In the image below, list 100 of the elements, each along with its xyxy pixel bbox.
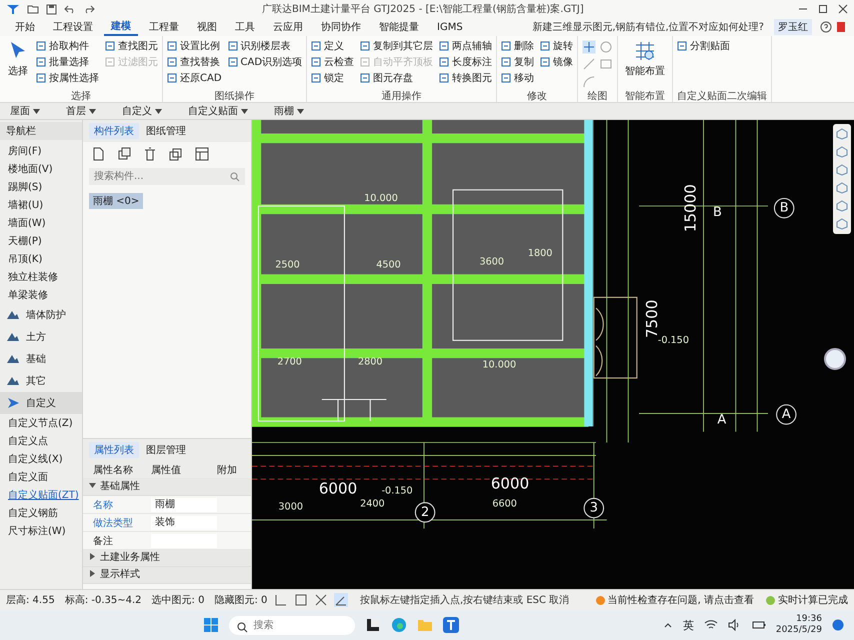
nav-item[interactable]: 自定义点 [0,432,82,450]
tool-button[interactable]: 定义 [311,38,354,54]
panel-tab[interactable]: 图纸管理 [141,123,191,139]
layers-icon[interactable] [169,147,183,161]
tool-button[interactable]: 两点辅轴 [439,38,492,54]
view-cube-icon[interactable] [836,146,848,158]
wifi-icon[interactable] [704,619,718,631]
taskbar-search-field[interactable]: 搜索 [229,616,356,634]
nav-category[interactable]: 土方 [0,326,82,348]
nav-category[interactable]: 基础 [0,348,82,370]
tool-button[interactable]: 锁定 [311,70,354,86]
panel-tab[interactable]: 图层管理 [141,442,191,458]
tool-button[interactable]: 复制 [501,54,534,70]
panel-tab[interactable]: 构件列表 [89,123,139,139]
tool-button[interactable]: 查找替换 [167,54,222,70]
nav-item[interactable]: 自定义节点(Z) [0,414,82,432]
tool-button[interactable]: 查找图元 [105,38,158,54]
nav-item[interactable]: 自定义贴面(ZT) [0,486,82,504]
tool-button[interactable]: 云检查 [311,54,354,70]
view-cube-icon[interactable] [836,128,848,140]
tool-button[interactable]: 还原CAD [167,70,222,86]
delete-icon[interactable] [143,147,157,161]
property-value-field[interactable]: 雨棚 [151,498,217,512]
tool-button[interactable]: 长度标注 [439,54,492,70]
input-method-indicator[interactable]: 英 [682,618,694,632]
property-group[interactable]: 基础属性 [83,479,251,496]
browser-icon[interactable] [391,617,408,633]
tool-button[interactable]: 镜像 [540,54,574,70]
property-group[interactable]: 土建业务属性 [83,550,251,567]
nav-category[interactable]: 自定义 [0,392,82,414]
component-item[interactable]: 雨棚 <0> [89,193,144,209]
menu-tab[interactable]: 协同协作 [314,19,368,35]
nav-category[interactable]: 墙体防护 [0,304,82,326]
dropdown[interactable]: 自定义贴面 [188,104,248,118]
save-icon[interactable] [46,4,57,14]
view-cube-icon[interactable] [836,200,848,212]
tool-button[interactable]: CAD识别选项 [228,54,302,70]
nav-item[interactable]: 自定义线(X) [0,450,82,468]
floating-button[interactable] [824,348,846,370]
menu-tab[interactable]: 视图 [190,19,224,35]
menu-tab[interactable]: IGMS [430,20,470,34]
property-value-field[interactable] [151,534,217,548]
menu-tab[interactable]: 工程量 [142,19,186,35]
tool-button[interactable]: 按属性选择 [36,70,99,86]
tool-button[interactable]: 删除 [501,38,534,54]
cross-icon[interactable] [314,593,328,607]
help-question-link[interactable]: 新建三维显示图元,钢筋有错位,位置不对应如何处理? [532,20,764,34]
menu-tab[interactable]: 智能提量 [372,19,426,35]
maximize-icon[interactable] [818,4,828,14]
view-cube-icon[interactable] [836,182,848,194]
start-icon[interactable] [203,617,220,633]
nav-item[interactable]: 自定义面 [0,468,82,486]
menu-tab[interactable]: 工具 [228,19,262,35]
notice-link[interactable]: 实时计算已完成 [778,593,848,607]
view-cube-icon[interactable] [836,164,848,176]
view-cube-icon[interactable] [836,218,848,230]
select-box-icon[interactable] [294,593,308,607]
tool-button[interactable]: 旋转 [540,38,574,54]
tool-button[interactable]: 复制到其它层 [360,38,434,54]
nav-item[interactable]: 独立柱装修 [0,268,82,286]
tool-button[interactable]: 移动 [501,70,534,86]
nav-item[interactable]: 自定义钢筋 [0,504,82,522]
large-tool-button[interactable]: 选择 [4,38,32,89]
angle-icon[interactable] [334,593,348,607]
panel-tab[interactable]: 属性列表 [89,442,139,458]
property-value-field[interactable]: 装饰 [151,516,217,530]
nav-item[interactable]: 墙面(W) [0,214,82,232]
nav-category[interactable]: 其它 [0,370,82,392]
notification-icon[interactable] [832,619,844,631]
cad-canvas[interactable]: 10.000 2500 4500 3600 1800 2700 2800 10.000 7500 -0.150 15000 B B A A 6000 -0.150 6000 3000 2400 6600 2 3 [252,120,854,589]
property-group[interactable]: 显示样式 [83,567,251,584]
menu-tab[interactable]: 工程设置 [46,19,100,35]
tool-button[interactable]: 拾取构件 [36,38,99,54]
menu-tab[interactable]: 开始 [8,19,42,35]
tool-button[interactable]: 分割贴面 [677,38,730,54]
dropdown[interactable]: 自定义 [122,104,162,118]
table-icon[interactable] [195,147,209,161]
clock-time[interactable]: 19:36 [796,614,822,625]
nav-item[interactable]: 尺寸标注(W) [0,522,82,540]
tool-button[interactable]: 识别楼层表 [228,38,302,54]
tool-button[interactable]: 批量选择 [36,54,99,70]
tool-button[interactable]: 图元存盘 [360,70,434,86]
nav-item[interactable]: 楼地面(V) [0,160,82,178]
folder-icon[interactable] [27,4,39,14]
tool-button[interactable]: 转换图元 [439,70,492,86]
copy-icon[interactable] [117,147,131,161]
dropdown[interactable]: 首层 [66,104,96,118]
close-icon[interactable] [838,4,848,14]
nav-item[interactable]: 单梁装修 [0,286,82,304]
nav-item[interactable]: 墙裙(U) [0,196,82,214]
dropdown[interactable]: 屋面 [10,104,40,118]
user-name[interactable]: 罗玉红 [774,19,812,35]
clock-date[interactable]: 2025/5/29 [776,625,822,636]
window-icon[interactable] [365,617,382,633]
large-tool-button[interactable]: 智能布置 [622,38,668,89]
notice-link[interactable]: 当前性检查存在问题, 请点击查看 [608,593,754,607]
help-icon[interactable] [820,21,832,33]
search-field[interactable]: 搜索构件... [89,168,245,185]
nav-item[interactable]: 吊顶(K) [0,250,82,268]
new-icon[interactable] [91,147,105,161]
